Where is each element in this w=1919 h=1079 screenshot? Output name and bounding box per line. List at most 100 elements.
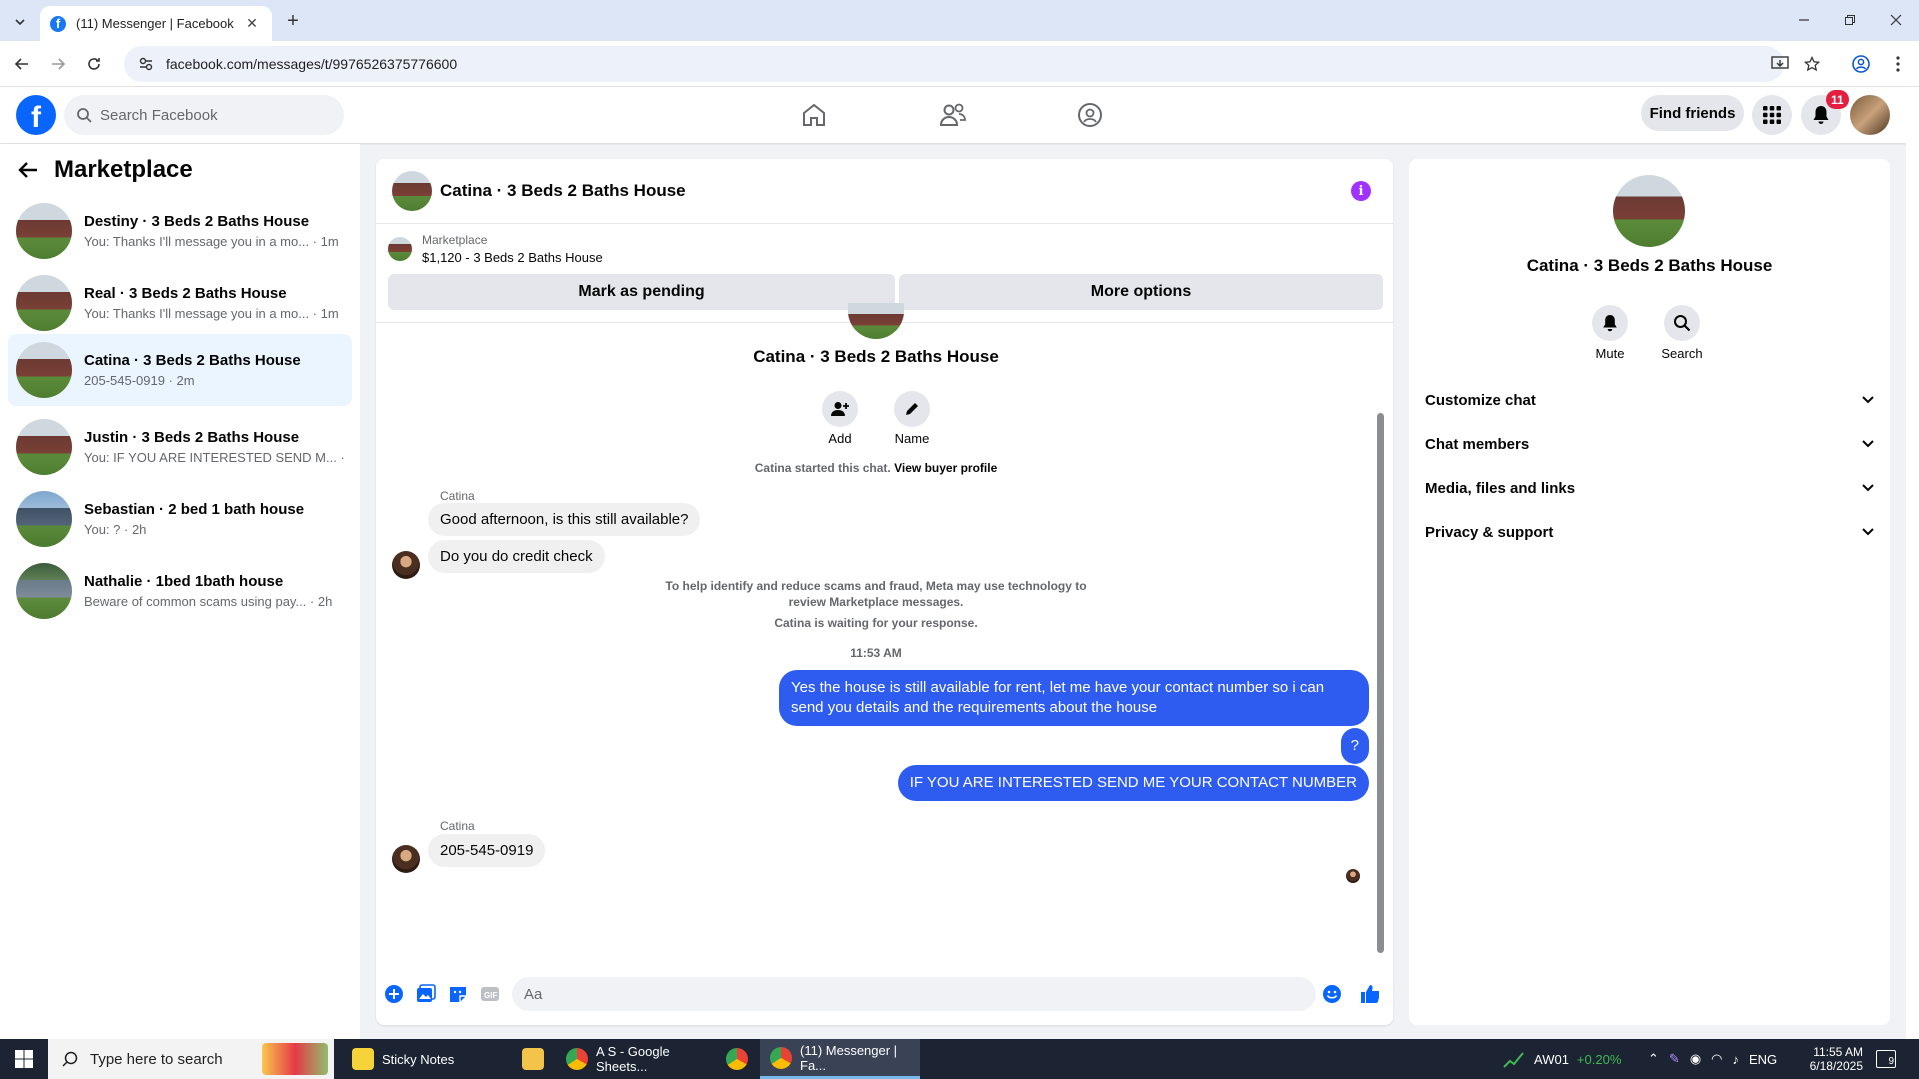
- account-avatar[interactable]: [1850, 95, 1890, 135]
- conversation-item[interactable]: Destiny · 3 Beds 2 Baths House You: Thank…: [8, 198, 352, 264]
- add-label: Add: [828, 431, 852, 446]
- network-icon[interactable]: ◉: [1690, 1051, 1701, 1067]
- bell-icon: [1603, 315, 1617, 332]
- friends-icon[interactable]: [937, 99, 969, 131]
- incoming-message[interactable]: Do you do credit check: [428, 540, 605, 573]
- mark-as-pending-button[interactable]: Mark as pending: [388, 274, 895, 310]
- gif-icon[interactable]: GIF: [480, 984, 500, 1004]
- profile-icon[interactable]: [1849, 52, 1873, 76]
- message-thread[interactable]: Catina · 3 Beds 2 Baths House Add Name C…: [376, 303, 1393, 963]
- browser-tab-messenger[interactable]: f (11) Messenger | Facebook ✕: [40, 6, 272, 41]
- taskbar-app-google-sheets[interactable]: A S - Google Sheets...: [556, 1039, 716, 1079]
- close-window-icon[interactable]: [1884, 8, 1908, 32]
- chat-thumbnail[interactable]: [392, 171, 432, 211]
- profile-picture[interactable]: [1613, 175, 1685, 247]
- pen-icon[interactable]: ✎: [1669, 1051, 1680, 1067]
- taskbar-app-chrome[interactable]: [716, 1039, 760, 1079]
- conversation-preview: You: Thanks I'll message you in a mo... …: [84, 306, 339, 321]
- chevron-down-icon: [1862, 528, 1874, 536]
- notification-center-icon[interactable]: 9: [1876, 1039, 1896, 1079]
- sender-avatar[interactable]: [392, 551, 420, 579]
- find-friends-button[interactable]: Find friends: [1641, 95, 1744, 131]
- install-app-icon[interactable]: [1768, 52, 1792, 76]
- address-bar[interactable]: facebook.com/messages/t/9976526375776600: [124, 46, 1784, 82]
- plus-circle-icon[interactable]: [384, 984, 404, 1004]
- chevron-down-icon: [15, 19, 25, 26]
- language-indicator[interactable]: ENG: [1749, 1052, 1777, 1067]
- conversation-item[interactable]: Justin · 3 Beds 2 Baths House You: IF YOU…: [8, 414, 352, 480]
- page-scrollbar[interactable]: [1906, 87, 1919, 1039]
- info-icon[interactable]: i: [1351, 181, 1371, 201]
- browser-menu-icon[interactable]: [1886, 52, 1910, 76]
- listing-info[interactable]: Marketplace $1,120 - 3 Beds 2 Baths Hous…: [388, 233, 603, 265]
- windows-start-icon[interactable]: [0, 1039, 48, 1079]
- forward-icon[interactable]: [46, 52, 70, 76]
- clock[interactable]: 11:55 AM 6/18/2025: [1805, 1039, 1863, 1079]
- listing-thumbnail: [388, 237, 412, 261]
- search-in-chat-button[interactable]: [1664, 305, 1700, 341]
- new-tab-button[interactable]: +: [282, 10, 304, 32]
- url-text: facebook.com/messages/t/9976526375776600: [166, 56, 458, 72]
- edit-name-button[interactable]: [894, 391, 930, 427]
- facebook-logo-icon[interactable]: f: [16, 95, 56, 135]
- chevron-down-icon: [1862, 396, 1874, 404]
- mute-button[interactable]: [1592, 305, 1628, 341]
- taskbar-app-sticky-notes[interactable]: Sticky Notes: [342, 1039, 512, 1079]
- outgoing-message[interactable]: Yes the house is still available for ren…: [779, 670, 1369, 726]
- bookmark-star-icon[interactable]: [1800, 52, 1824, 76]
- emoji-icon[interactable]: [1322, 984, 1342, 1004]
- customize-chat-section[interactable]: Customize chat: [1425, 382, 1875, 418]
- photo-icon[interactable]: [416, 984, 436, 1004]
- restore-icon[interactable]: [1838, 8, 1862, 32]
- sticker-icon[interactable]: [448, 984, 468, 1004]
- chat-members-section[interactable]: Chat members: [1425, 426, 1875, 462]
- message-timestamp: 11:53 AM: [850, 646, 902, 660]
- volume-icon[interactable]: ♪: [1733, 1052, 1740, 1067]
- taskbar-app-file-explorer[interactable]: [512, 1039, 556, 1079]
- show-hidden-icons-icon[interactable]: ⌃: [1648, 1051, 1659, 1067]
- media-files-links-section[interactable]: Media, files and links: [1425, 470, 1875, 506]
- home-icon[interactable]: [798, 99, 830, 131]
- sender-avatar[interactable]: [392, 845, 420, 873]
- privacy-support-section[interactable]: Privacy & support: [1425, 514, 1875, 550]
- incoming-message[interactable]: 205-545-0919: [428, 834, 546, 867]
- wifi-icon[interactable]: ◠: [1711, 1051, 1722, 1067]
- add-person-button[interactable]: [822, 391, 858, 427]
- marketplace-header: Marketplace: [18, 156, 193, 184]
- outgoing-message[interactable]: ?: [1340, 728, 1369, 764]
- groups-icon[interactable]: [1074, 99, 1106, 131]
- chevron-down-icon: [1862, 484, 1874, 492]
- conversation-item-active[interactable]: Catina · 3 Beds 2 Baths House 205-545-091…: [8, 334, 352, 406]
- tray-icons[interactable]: ⌃ ✎ ◉ ◠ ♪ ENG: [1648, 1039, 1777, 1079]
- conversation-item[interactable]: Nathalie · 1bed 1bath house Beware of com…: [8, 558, 352, 624]
- menu-grid-icon[interactable]: [1752, 95, 1792, 135]
- tab-search-button[interactable]: [8, 10, 32, 34]
- conversation-name: Nathalie · 1bed 1bath house: [84, 573, 284, 590]
- reload-icon[interactable]: [82, 52, 106, 76]
- close-tab-icon[interactable]: ✕: [242, 15, 262, 32]
- minimize-icon[interactable]: [1792, 8, 1816, 32]
- message-input[interactable]: Aa: [512, 977, 1316, 1011]
- conversation-thumbnail: [16, 563, 72, 619]
- marketplace-conversations-panel: Marketplace Destiny · 3 Beds 2 Baths Hou…: [0, 144, 360, 1039]
- stock-symbol: AW01: [1534, 1051, 1569, 1067]
- stock-change: +0.20%: [1576, 1051, 1622, 1067]
- view-buyer-profile-link[interactable]: View buyer profile: [894, 461, 997, 475]
- incoming-message[interactable]: Good afternoon, is this still available?: [428, 503, 701, 536]
- stock-widget[interactable]: AW01 +0.20%: [1502, 1039, 1621, 1079]
- conversation-preview: Beware of common scams using pay... · 2h: [84, 594, 333, 609]
- chevron-down-icon: [1862, 440, 1874, 448]
- more-options-button[interactable]: More options: [899, 274, 1383, 310]
- back-icon[interactable]: [10, 52, 34, 76]
- conversation-item[interactable]: Real · 3 Beds 2 Baths House You: Thanks I…: [8, 270, 352, 336]
- taskbar-search-input[interactable]: Type here to search: [48, 1039, 334, 1079]
- conversation-preview: You: IF YOU ARE INTERESTED SEND M... · 2…: [84, 450, 344, 465]
- chat-scrollbar[interactable]: [1377, 413, 1384, 953]
- conversation-item[interactable]: Sebastian · 2 bed 1 bath house You: ? · 2…: [8, 486, 352, 552]
- taskbar-app-messenger[interactable]: (11) Messenger | Fa...: [760, 1039, 920, 1079]
- outgoing-message[interactable]: IF YOU ARE INTERESTED SEND ME YOUR CONTA…: [897, 765, 1369, 801]
- facebook-search-input[interactable]: Search Facebook: [64, 95, 344, 135]
- back-arrow-icon[interactable]: [18, 161, 38, 179]
- chat-title[interactable]: Catina · 3 Beds 2 Baths House: [440, 181, 686, 201]
- thumbs-up-icon[interactable]: [1359, 984, 1379, 1004]
